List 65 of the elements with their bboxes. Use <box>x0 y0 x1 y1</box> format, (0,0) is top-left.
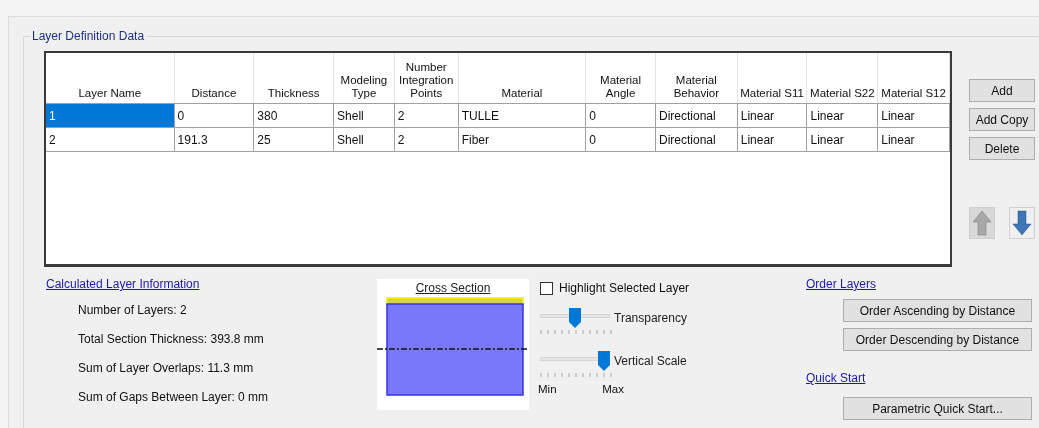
table-cell: Directional <box>655 128 738 151</box>
order-button[interactable]: Order Ascending by Distance <box>843 299 1032 322</box>
section-link[interactable]: Quick Start <box>806 369 866 387</box>
table-cell: Linear <box>878 128 950 151</box>
tick-marks <box>540 330 612 336</box>
max-label: Max <box>602 382 624 397</box>
section-link[interactable]: Calculated Layer Information <box>46 275 377 293</box>
table-cell: 0 <box>174 104 255 127</box>
table-cell: Shell <box>334 128 395 151</box>
table-cell: 1 <box>46 104 175 127</box>
column-header[interactable]: Material S11 <box>737 53 808 103</box>
table-cell: Linear <box>737 128 808 151</box>
table-cell: TULLE <box>458 104 587 127</box>
table-cell: Fiber <box>458 128 587 151</box>
column-header[interactable]: Material Behavior <box>655 53 738 103</box>
checkbox-label: Highlight Selected Layer <box>559 280 690 297</box>
table-row[interactable]: 2 191.3 25 Shell 2 Fiber 0 Directional Linear Linear Linear <box>46 128 950 152</box>
table-action-button[interactable]: Delete <box>969 137 1035 160</box>
slider-label: Transparency <box>614 310 687 327</box>
column-header[interactable]: Modeling Type <box>334 53 395 103</box>
column-header[interactable]: Thickness <box>254 53 335 103</box>
table-cell: Linear <box>807 128 879 151</box>
table-cell: Directional <box>655 104 738 127</box>
min-label: Min <box>538 382 557 397</box>
column-header[interactable]: Material <box>458 53 587 103</box>
table-row[interactable]: 1 0 380 Shell 2 TULLE 0 Directional Linear Linear Linear <box>46 104 950 128</box>
column-header[interactable]: Number Integration Points <box>394 53 459 103</box>
table-cell: 0 <box>586 104 656 127</box>
column-header[interactable]: Material S12 <box>878 53 950 103</box>
tick-marks <box>540 373 612 379</box>
table-cell: Linear <box>878 104 950 127</box>
order-button[interactable]: Order Descending by Distance <box>843 328 1032 351</box>
layer-info-text: Number of Layers: 2 <box>78 302 188 319</box>
slider-thumb[interactable] <box>598 351 610 371</box>
section-link[interactable]: Order Layers <box>806 275 877 293</box>
quick-start-button[interactable]: Parametric Quick Start... <box>843 397 1032 420</box>
table-cell: Shell <box>334 104 395 127</box>
slider[interactable] <box>540 351 610 371</box>
table-cell: 191.3 <box>174 128 255 151</box>
table-cell: 0 <box>586 128 656 151</box>
table-action-button[interactable]: Add Copy <box>969 108 1035 131</box>
column-header[interactable]: Material S22 <box>807 53 879 103</box>
cross-section-title: Cross Section <box>415 281 491 295</box>
table-cell: Linear <box>737 104 808 127</box>
table-cell: 2 <box>394 128 459 151</box>
layer-info-text: Sum of Layer Overlaps: 11.3 mm <box>78 360 255 377</box>
layer-info-text: Sum of Gaps Between Layer: 0 mm <box>78 389 270 406</box>
table-cell: Linear <box>807 104 879 127</box>
column-header[interactable]: Layer Name <box>46 53 175 103</box>
group-title: Layer Definition Data <box>31 28 146 45</box>
slider-label: Vertical Scale <box>614 353 687 370</box>
table-action-button[interactable]: Add <box>969 79 1035 102</box>
slider[interactable] <box>540 308 610 328</box>
move-down-button[interactable] <box>1009 207 1035 239</box>
checkbox[interactable] <box>540 281 553 295</box>
table-cell: 25 <box>254 128 335 151</box>
column-header[interactable]: Distance <box>174 53 255 103</box>
up-arrow-icon <box>972 210 992 236</box>
layer-info-text: Total Section Thickness: 393.8 mm <box>78 331 265 348</box>
slider-thumb[interactable] <box>569 308 581 328</box>
down-arrow-icon <box>1012 210 1032 236</box>
table-cell: 380 <box>254 104 335 127</box>
table-cell: 2 <box>46 128 175 151</box>
table-cell: 2 <box>394 104 459 127</box>
column-header[interactable]: Material Angle <box>586 53 656 103</box>
